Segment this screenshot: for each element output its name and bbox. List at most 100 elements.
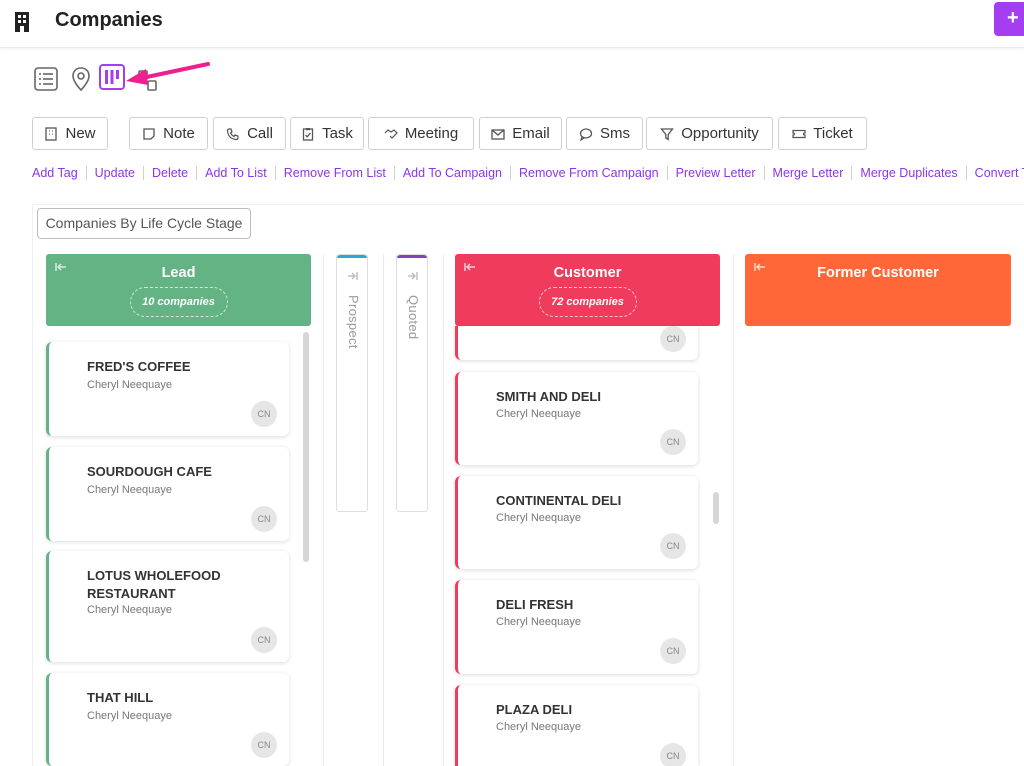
opportunity-button[interactable]: Opportunity <box>646 117 773 150</box>
column-title: Customer <box>553 265 622 281</box>
column-header-former-customer[interactable]: Former Customer <box>745 254 1011 326</box>
company-name: FRED'S COFFEE <box>87 359 191 374</box>
group-by-dropdown[interactable]: Companies By Life Cycle Stage <box>37 208 251 239</box>
owner-avatar: CN <box>660 326 686 352</box>
column-title: Lead <box>161 265 196 281</box>
building-icon <box>45 126 58 141</box>
company-card[interactable]: SOURDOUGH CAFE Cheryl Neequaye CN <box>46 447 289 541</box>
company-owner: Cheryl Neequaye <box>87 484 172 496</box>
column-color-bar <box>337 255 367 258</box>
task-button[interactable]: Task <box>290 117 364 150</box>
note-label: Note <box>163 125 195 142</box>
sms-button[interactable]: Sms <box>566 117 643 150</box>
update-link[interactable]: Update <box>86 166 144 180</box>
convert-to-contact-link[interactable]: Convert To Contact <box>967 166 1024 180</box>
company-owner: Cheryl Neequaye <box>496 512 581 524</box>
company-owner: Cheryl Neequaye <box>496 721 581 733</box>
note-icon <box>143 127 155 140</box>
company-name: SMITH AND DELI <box>496 389 601 404</box>
column-count-badge: 10 companies <box>129 287 228 317</box>
company-card[interactable]: CN <box>455 326 698 360</box>
owner-avatar: CN <box>251 506 277 532</box>
company-owner: Cheryl Neequaye <box>496 408 581 420</box>
owner-avatar: CN <box>660 533 686 559</box>
list-view-icon[interactable] <box>33 65 59 93</box>
company-card[interactable]: SMITH AND DELI Cheryl Neequaye CN <box>455 372 698 465</box>
owner-avatar: CN <box>251 732 277 758</box>
new-button[interactable]: New <box>32 117 108 150</box>
top-bar: Companies + <box>0 0 1024 48</box>
merge-duplicates-link[interactable]: Merge Duplicates <box>852 166 967 180</box>
remove-from-list-link[interactable]: Remove From List <box>275 166 395 180</box>
expand-arrow-icon[interactable] <box>407 271 418 281</box>
opportunity-label: Opportunity <box>681 125 759 142</box>
meeting-label: Meeting <box>404 125 459 142</box>
add-tag-link[interactable]: Add Tag <box>32 166 87 180</box>
add-to-campaign-link[interactable]: Add To Campaign <box>394 166 511 180</box>
company-name: CONTINENTAL DELI <box>496 493 622 508</box>
merge-letter-link[interactable]: Merge Letter <box>764 166 853 180</box>
page-title: Companies <box>55 9 163 31</box>
email-button[interactable]: Email <box>479 117 562 150</box>
envelope-icon <box>491 128 505 140</box>
map-pin-icon[interactable] <box>68 65 94 93</box>
phone-icon <box>226 127 239 140</box>
add-to-list-link[interactable]: Add To List <box>197 166 276 180</box>
company-name: SOURDOUGH CAFE <box>87 464 212 479</box>
column-count-badge: 72 companies <box>538 287 637 317</box>
task-label: Task <box>322 125 353 142</box>
meeting-button[interactable]: Meeting <box>368 117 474 150</box>
pointer-arrow-icon <box>126 62 210 85</box>
customer-scrollbar[interactable] <box>713 492 719 524</box>
column-collapsed-prospect[interactable]: Prospect <box>336 254 368 512</box>
handshake-icon <box>384 128 398 139</box>
bulk-action-links: Add Tag Update Delete Add To List Remove Fro… <box>32 166 1024 184</box>
company-card[interactable]: FRED'S COFFEE Cheryl Neequaye CN <box>46 342 289 436</box>
new-label: New <box>65 125 96 142</box>
company-card[interactable]: THAT HILL Cheryl Neequaye CN <box>46 673 289 766</box>
company-card[interactable]: DELI FRESH Cheryl Neequaye CN <box>455 580 698 674</box>
note-button[interactable]: Note <box>129 117 208 150</box>
column-header-lead[interactable]: Lead 10 companies <box>46 254 311 326</box>
call-button[interactable]: Call <box>213 117 286 150</box>
column-divider <box>443 254 444 766</box>
column-title: Former Customer <box>817 265 939 281</box>
company-owner: Cheryl Neequaye <box>496 616 581 628</box>
column-divider <box>733 254 734 766</box>
building-icon <box>15 12 29 32</box>
owner-avatar: CN <box>251 627 277 653</box>
company-name: LOTUS WHOLEFOOD RESTAURANT <box>87 568 221 601</box>
company-card[interactable]: PLAZA DELI Cheryl Neequaye CN <box>455 685 698 766</box>
chat-bubble-icon <box>579 127 593 141</box>
ticket-label: Ticket <box>813 125 853 142</box>
call-label: Call <box>247 125 273 142</box>
company-owner: Cheryl Neequaye <box>87 710 172 722</box>
owner-avatar: CN <box>251 401 277 427</box>
delete-link[interactable]: Delete <box>143 166 198 180</box>
company-card[interactable]: LOTUS WHOLEFOOD RESTAURANT Cheryl Neequa… <box>46 551 289 662</box>
funnel-icon <box>660 127 675 141</box>
expand-arrow-icon[interactable] <box>347 271 358 281</box>
company-name: DELI FRESH <box>496 597 574 612</box>
email-label: Email <box>512 125 550 142</box>
owner-avatar: CN <box>660 638 686 664</box>
company-owner: Cheryl Neequaye <box>87 604 172 616</box>
company-card[interactable]: CONTINENTAL DELI Cheryl Neequaye CN <box>455 476 698 569</box>
column-title: Quoted <box>406 295 421 340</box>
column-color-bar <box>397 255 427 258</box>
sms-label: Sms <box>600 125 630 142</box>
clipboard-icon <box>302 127 314 141</box>
column-divider <box>323 254 324 766</box>
column-header-customer[interactable]: Customer 72 companies <box>455 254 720 326</box>
ticket-button[interactable]: Ticket <box>778 117 867 150</box>
owner-avatar: CN <box>660 743 686 766</box>
remove-from-campaign-link[interactable]: Remove From Campaign <box>510 166 668 180</box>
company-name: PLAZA DELI <box>496 702 573 717</box>
add-button[interactable]: + <box>994 2 1024 36</box>
action-toolbar: New Note Call Task Meeting Email Sms Opp… <box>0 117 1024 151</box>
column-divider <box>383 254 384 766</box>
lead-scrollbar[interactable] <box>303 332 309 562</box>
column-collapsed-quoted[interactable]: Quoted <box>396 254 428 512</box>
preview-letter-link[interactable]: Preview Letter <box>667 166 765 180</box>
owner-avatar: CN <box>660 429 686 455</box>
